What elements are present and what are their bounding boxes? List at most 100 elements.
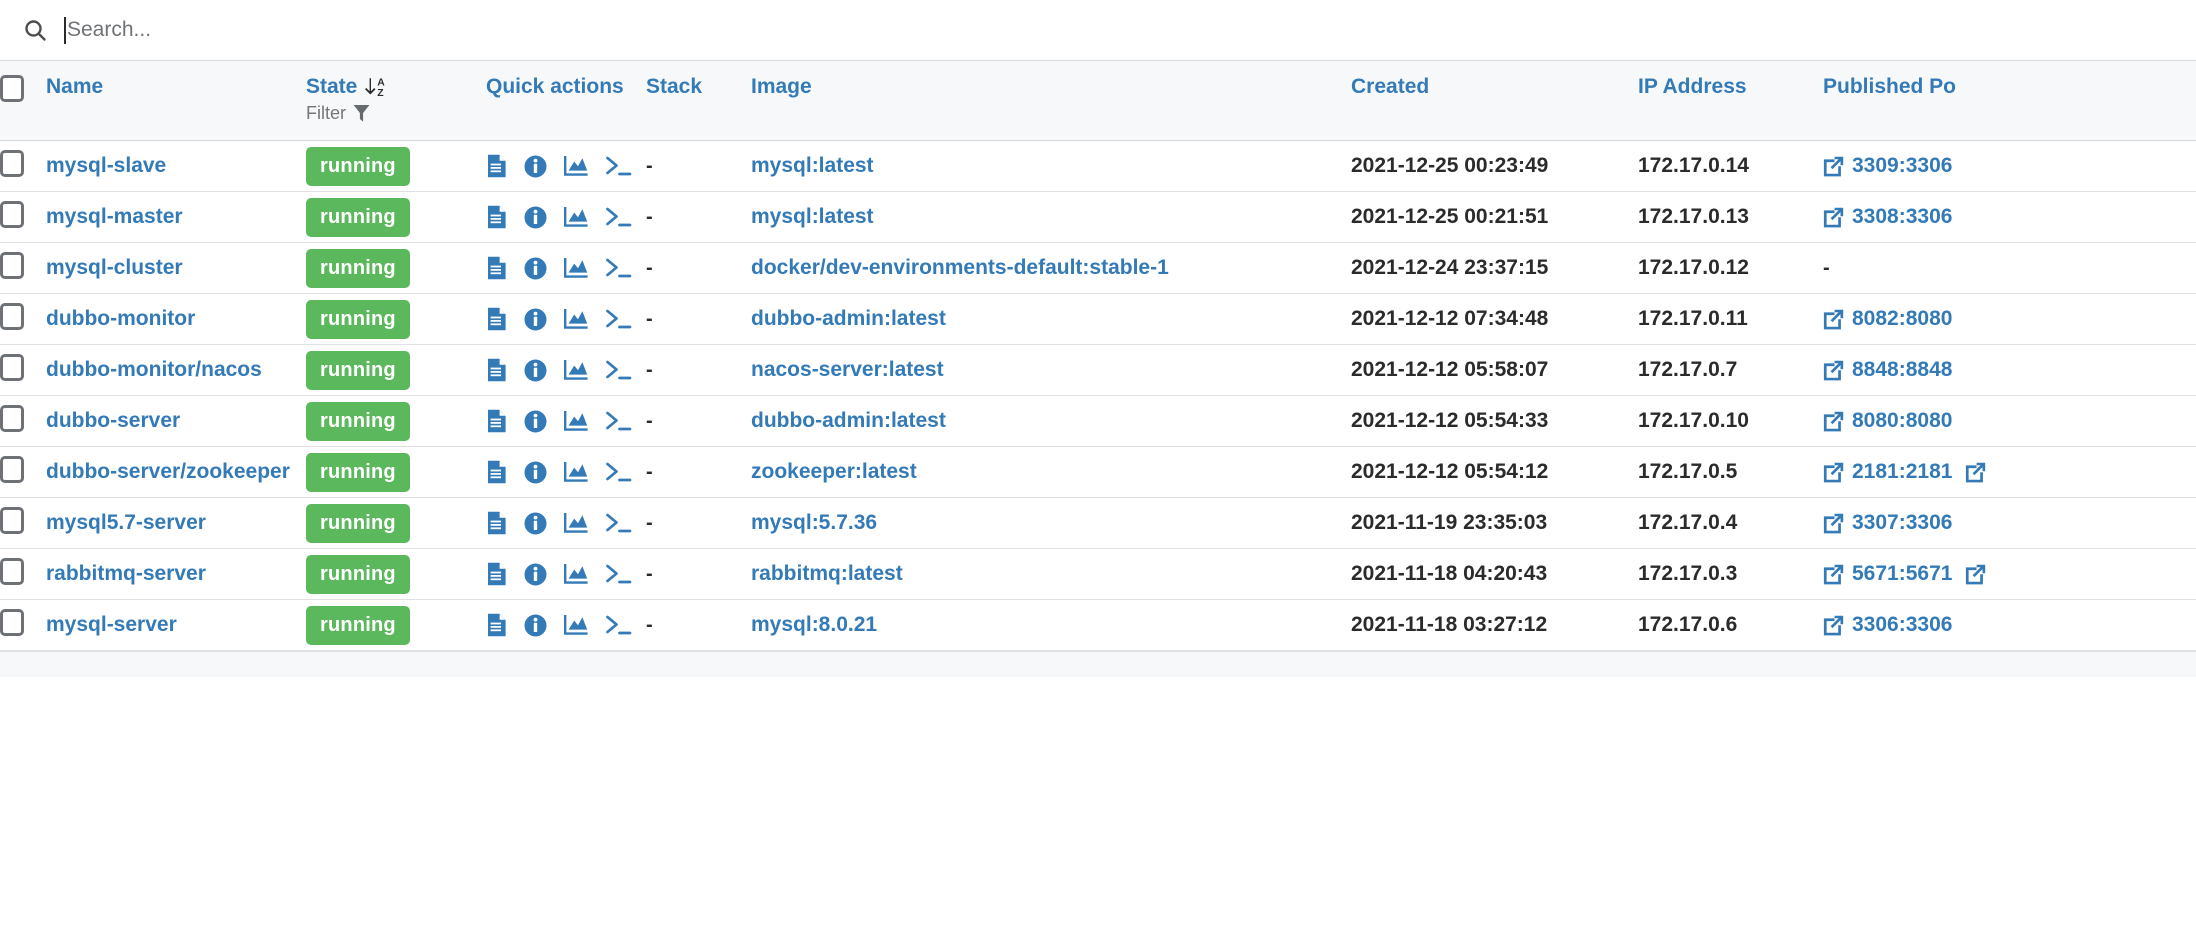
logs-icon[interactable] [486, 613, 508, 637]
external-link-icon [1965, 564, 1986, 585]
image-link[interactable]: nacos-server:latest [751, 358, 944, 381]
info-icon[interactable] [524, 614, 547, 637]
container-name-link[interactable]: mysql-server [46, 613, 177, 636]
container-name-link[interactable]: dubbo-monitor [46, 307, 195, 330]
published-port-link[interactable]: 2181:2181 [1823, 460, 1952, 484]
info-icon[interactable] [524, 257, 547, 280]
select-all-checkbox[interactable] [0, 75, 24, 102]
header-image[interactable]: Image [751, 61, 1351, 141]
image-link[interactable]: dubbo-admin:latest [751, 307, 946, 330]
image-link[interactable]: mysql:5.7.36 [751, 511, 877, 534]
row-checkbox[interactable] [0, 303, 24, 330]
console-icon[interactable] [605, 359, 632, 381]
quick-actions-cell [486, 447, 646, 498]
published-port-link[interactable]: 3309:3306 [1823, 154, 1952, 178]
status-badge: running [306, 300, 410, 339]
logs-icon[interactable] [486, 562, 508, 586]
published-port-link[interactable]: 5671:5671 [1823, 562, 1952, 586]
state-filter[interactable]: Filter [306, 103, 486, 124]
row-checkbox[interactable] [0, 201, 24, 228]
row-checkbox[interactable] [0, 558, 24, 585]
stats-icon[interactable] [563, 308, 589, 330]
published-port-link[interactable] [1965, 462, 1986, 483]
container-name-link[interactable]: mysql5.7-server [46, 511, 206, 534]
image-link[interactable]: dubbo-admin:latest [751, 409, 946, 432]
row-checkbox[interactable] [0, 405, 24, 432]
console-icon[interactable] [605, 512, 632, 534]
info-icon[interactable] [524, 563, 547, 586]
logs-icon[interactable] [486, 511, 508, 535]
published-port-link[interactable]: 8080:8080 [1823, 409, 1952, 433]
stats-icon[interactable] [563, 359, 589, 381]
image-link[interactable]: rabbitmq:latest [751, 562, 903, 585]
container-name-link[interactable]: mysql-slave [46, 154, 166, 177]
console-icon[interactable] [605, 614, 632, 636]
sort-down-az-icon[interactable]: A Z [364, 75, 388, 99]
row-checkbox[interactable] [0, 456, 24, 483]
stats-icon[interactable] [563, 461, 589, 483]
funnel-icon[interactable] [353, 104, 370, 123]
quick-actions-group [486, 358, 646, 382]
image-link[interactable]: mysql:latest [751, 154, 874, 177]
info-icon[interactable] [524, 155, 547, 178]
header-stack[interactable]: Stack [646, 61, 751, 141]
console-icon[interactable] [605, 206, 632, 228]
row-checkbox[interactable] [0, 507, 24, 534]
logs-icon[interactable] [486, 205, 508, 229]
header-created[interactable]: Created [1351, 61, 1638, 141]
console-icon[interactable] [605, 563, 632, 585]
header-name[interactable]: Name [46, 61, 306, 141]
container-name-link[interactable]: mysql-master [46, 205, 183, 228]
container-name-link[interactable]: dubbo-server [46, 409, 180, 432]
published-port-link[interactable]: 3306:3306 [1823, 613, 1952, 637]
container-name-link[interactable]: rabbitmq-server [46, 562, 206, 585]
stats-icon[interactable] [563, 563, 589, 585]
row-checkbox[interactable] [0, 609, 24, 636]
info-icon[interactable] [524, 461, 547, 484]
stats-icon[interactable] [563, 410, 589, 432]
published-ports-cell: 3309:3306 [1823, 141, 2196, 192]
row-checkbox[interactable] [0, 252, 24, 279]
published-port-link[interactable]: 3307:3306 [1823, 511, 1952, 535]
info-icon[interactable] [524, 206, 547, 229]
logs-icon[interactable] [486, 154, 508, 178]
published-port-link[interactable] [1965, 564, 1986, 585]
stats-icon[interactable] [563, 257, 589, 279]
row-checkbox[interactable] [0, 354, 24, 381]
container-name-link[interactable]: mysql-cluster [46, 256, 183, 279]
logs-icon[interactable] [486, 460, 508, 484]
stats-icon[interactable] [563, 206, 589, 228]
search-input[interactable] [67, 0, 2196, 60]
container-name-link[interactable]: dubbo-monitor/nacos [46, 358, 262, 381]
stats-icon[interactable] [563, 155, 589, 177]
info-icon[interactable] [524, 359, 547, 382]
logs-icon[interactable] [486, 358, 508, 382]
published-port-link[interactable]: 8848:8848 [1823, 358, 1952, 382]
console-icon[interactable] [605, 257, 632, 279]
info-icon[interactable] [524, 410, 547, 433]
console-icon[interactable] [605, 410, 632, 432]
header-state[interactable]: State A Z Filter [306, 61, 486, 141]
logs-icon[interactable] [486, 256, 508, 280]
search-input-wrap[interactable] [64, 0, 2196, 60]
logs-icon[interactable] [486, 307, 508, 331]
header-ip-address[interactable]: IP Address [1638, 61, 1823, 141]
container-name-link[interactable]: dubbo-server/zookeeper [46, 460, 290, 483]
console-icon[interactable] [605, 461, 632, 483]
stats-icon[interactable] [563, 512, 589, 534]
image-link[interactable]: mysql:8.0.21 [751, 613, 877, 636]
info-icon[interactable] [524, 512, 547, 535]
row-checkbox[interactable] [0, 150, 24, 177]
console-icon[interactable] [605, 155, 632, 177]
info-icon[interactable] [524, 308, 547, 331]
image-link[interactable]: mysql:latest [751, 205, 874, 228]
image-link[interactable]: zookeeper:latest [751, 460, 917, 483]
published-port-link[interactable]: 8082:8080 [1823, 307, 1952, 331]
image-link[interactable]: docker/dev-environments-default:stable-1 [751, 256, 1169, 279]
published-port-link[interactable]: 3308:3306 [1823, 205, 1952, 229]
ip-address-cell: 172.17.0.3 [1638, 549, 1823, 600]
header-published-ports[interactable]: Published Po [1823, 61, 2196, 141]
logs-icon[interactable] [486, 409, 508, 433]
stats-icon[interactable] [563, 614, 589, 636]
console-icon[interactable] [605, 308, 632, 330]
